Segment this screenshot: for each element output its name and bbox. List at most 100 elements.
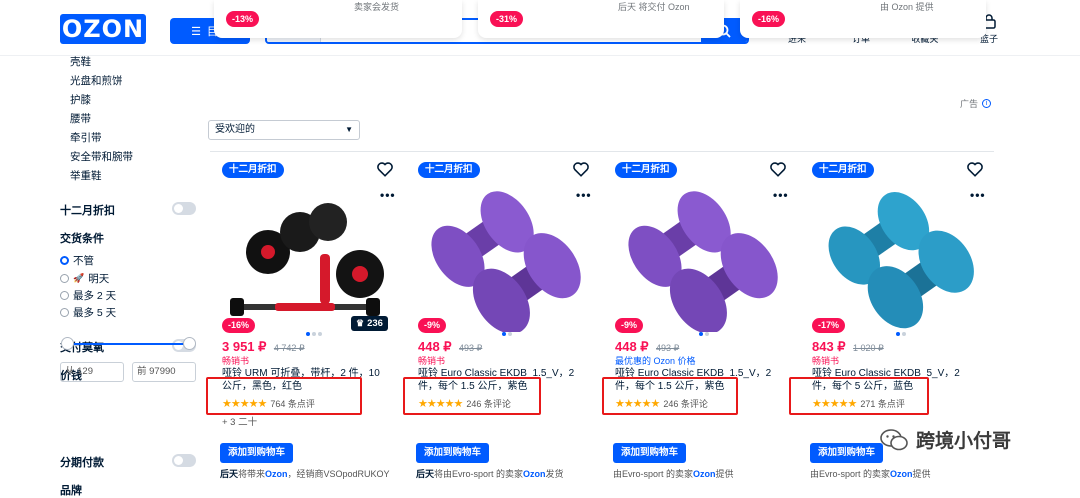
category-item[interactable]: 壳鞋 <box>60 53 133 72</box>
installments-toggle[interactable] <box>172 454 196 467</box>
divider <box>210 151 994 152</box>
radio-icon <box>60 308 69 317</box>
reviews-count-badge: ♛ 236 <box>351 316 388 331</box>
radio-icon <box>60 256 69 265</box>
ad-card[interactable]: -31% 后天 将交付 Ozon <box>478 0 724 38</box>
old-price: 493 ₽ <box>459 343 483 353</box>
image-pager[interactable] <box>306 332 322 336</box>
delivery-text: 由Evro-sport 的卖家 <box>810 469 891 479</box>
ad-note: 卖家会发货 <box>354 2 400 12</box>
price: 448 ₽ <box>615 339 649 354</box>
ozon-logo[interactable]: OZON <box>60 14 146 44</box>
add-to-cart-button[interactable]: 添加到购物车 <box>220 443 294 463</box>
highlight-box <box>206 377 362 415</box>
category-item[interactable]: 举重鞋 <box>60 167 133 186</box>
delivery-text: 将由Evro-sport 的卖家 <box>434 469 524 479</box>
highlight-box <box>403 377 541 415</box>
category-item[interactable]: 光盘和煎饼 <box>60 72 133 91</box>
delivery-day: 后天 <box>220 469 239 479</box>
wechat-icon <box>880 428 908 450</box>
old-price: 1 020 ₽ <box>853 343 884 353</box>
delivery-info: 由Evro-sport 的卖家Ozon提供 <box>613 467 734 480</box>
delivery-info: 后天将带来Ozon，经销商VSOpodRUKOY <box>220 467 390 480</box>
discount-badge: -16% <box>222 318 256 333</box>
delivery-terms-title: 交货条件 <box>60 233 104 245</box>
product-image[interactable] <box>416 174 586 332</box>
category-item[interactable]: 牵引带 <box>60 129 133 148</box>
sort-value: 受欢迎的 <box>215 124 255 135</box>
ad-discount-badge: -31% <box>490 11 524 27</box>
delivery-brand: Ozon <box>890 469 913 479</box>
installments-label: 分期付款 <box>60 457 104 469</box>
ad-discount-badge: -13% <box>226 11 260 27</box>
ad-card[interactable]: -13% 卖家会发货 <box>214 0 462 38</box>
product-card[interactable]: 十二月折扣 ••• -16% ♛ 236 3 951 ₽ 4 742 ₽ 畅销书… <box>214 158 399 495</box>
delivery-brand: Ozon <box>265 469 288 479</box>
december-discount-toggle[interactable] <box>172 202 196 215</box>
product-image[interactable] <box>613 174 783 332</box>
discount-badge: -17% <box>812 318 846 333</box>
delivery-option-any[interactable]: 不管 <box>60 253 94 268</box>
best-price-label: 最优惠的 Ozon 价格 <box>615 356 696 366</box>
ad-note: 由 Ozon 提供 <box>880 2 934 12</box>
delivery-option-label: 明天 <box>88 273 110 285</box>
extra-options[interactable]: + 3 二十 <box>222 414 257 428</box>
price-slider-min-handle[interactable] <box>61 337 74 350</box>
price-slider-max-handle[interactable] <box>183 337 196 350</box>
ad-label-text: 广告 <box>960 99 979 109</box>
sort-select[interactable]: 受欢迎的 ▼ <box>208 120 360 140</box>
rocket-icon: 🚀 <box>73 273 85 283</box>
highlight-box <box>789 377 929 415</box>
delivery-day: 后天 <box>416 469 435 479</box>
category-item[interactable]: 腰带 <box>60 110 133 129</box>
delivery-tail: 发货 <box>545 469 564 479</box>
price: 3 951 ₽ <box>222 339 267 354</box>
bestseller-label: 畅销书 <box>222 356 250 366</box>
delivery-option-tomorrow[interactable]: 🚀 明天 <box>60 271 109 286</box>
filter-sidebar: 壳鞋 光盘和煎饼 护膝 腰带 牵引带 安全带和腕带 举重鞋 十二月折扣 交货条件… <box>60 56 210 495</box>
image-pager[interactable] <box>502 332 512 336</box>
product-image[interactable] <box>220 174 390 332</box>
price-from-input[interactable]: 从 129 <box>60 362 124 382</box>
ad-label[interactable]: 广告 i <box>960 97 992 110</box>
image-pager[interactable] <box>699 332 709 336</box>
price: 843 ₽ <box>812 339 846 354</box>
price-to-input[interactable]: 前 97990 <box>132 362 196 382</box>
radio-icon <box>60 291 69 300</box>
delivery-brand: Ozon <box>523 469 546 479</box>
image-pager[interactable] <box>896 332 906 336</box>
reviews-badge-count: 236 <box>367 318 383 329</box>
category-list: 壳鞋 光盘和煎饼 护膝 腰带 牵引带 安全带和腕带 举重鞋 <box>60 53 133 186</box>
delivery-tail: 提供 <box>715 469 734 479</box>
old-price: 493 ₽ <box>656 343 680 353</box>
delivery-text: 由Evro-sport 的卖家 <box>613 469 694 479</box>
bestseller-label: 畅销书 <box>812 356 840 366</box>
crown-icon: ♛ <box>356 318 365 328</box>
product-card[interactable]: 十二月折扣 ••• -9% 448 ₽ 493 ₽ 最优惠的 Ozon 价格 哑… <box>607 158 792 495</box>
highlight-box <box>602 377 738 415</box>
delivery-option-2-days[interactable]: 最多 2 天 <box>60 288 116 303</box>
bestseller-label: 畅销书 <box>418 356 446 366</box>
menu-icon: ☰ <box>191 25 201 38</box>
add-to-cart-button[interactable]: 添加到购物车 <box>416 443 490 463</box>
december-discount-label: 十二月折扣 <box>60 205 115 217</box>
delivery-info: 后天将由Evro-sport 的卖家Ozon发货 <box>416 467 564 480</box>
delivery-option-label: 不管 <box>73 255 94 267</box>
add-to-cart-button[interactable]: 添加到购物车 <box>613 443 687 463</box>
price-slider-track[interactable] <box>68 343 190 345</box>
brand-title: 品牌 <box>60 485 82 497</box>
delivery-info: 由Evro-sport 的卖家Ozon提供 <box>810 467 931 480</box>
category-item[interactable]: 护膝 <box>60 91 133 110</box>
ad-discount-badge: -16% <box>752 11 786 27</box>
delivery-text: 将带来 <box>238 469 266 479</box>
delivery-option-label: 最多 2 天 <box>73 290 117 302</box>
category-item[interactable]: 安全带和腕带 <box>60 148 133 167</box>
add-to-cart-button[interactable]: 添加到购物车 <box>810 443 884 463</box>
delivery-option-5-days[interactable]: 最多 5 天 <box>60 305 116 320</box>
product-card[interactable]: 十二月折扣 ••• -9% 448 ₽ 493 ₽ 畅销书 哑铃 Euro Cl… <box>410 158 595 495</box>
delivery-tail: 提供 <box>912 469 931 479</box>
product-image[interactable] <box>810 174 980 332</box>
ad-card[interactable]: -16% 由 Ozon 提供 <box>740 0 986 38</box>
discount-badge: -9% <box>418 318 447 333</box>
delivery-brand: Ozon <box>693 469 716 479</box>
